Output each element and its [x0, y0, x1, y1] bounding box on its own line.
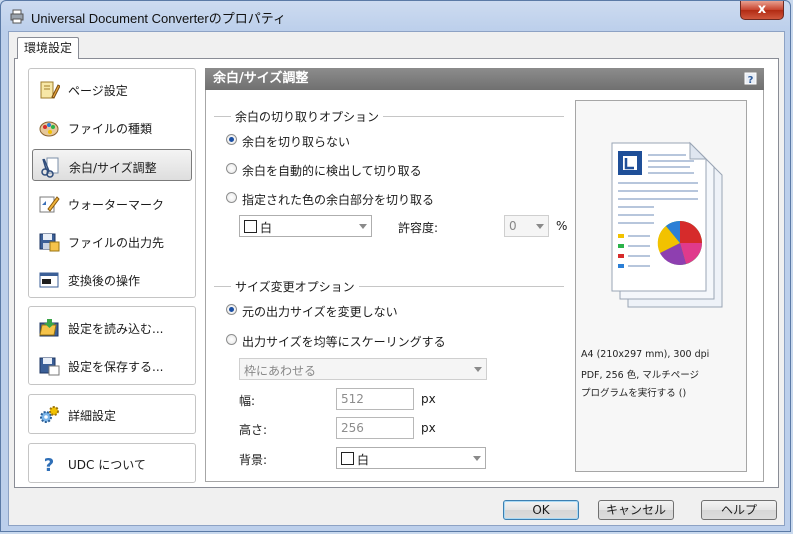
- sidebar-item-file-type[interactable]: ファイルの種類: [32, 111, 192, 143]
- nav-group-main: ページ設定 ファイルの種類 余白/サイズ調整 ウォーターマーク ファイルの出力先…: [28, 68, 196, 298]
- nav-group-settings-io: 設定を読み込む... 設定を保存する...: [28, 306, 196, 385]
- sidebar-item-post-action[interactable]: 変換後の操作: [32, 263, 192, 295]
- sidebar-item-about[interactable]: ? UDC について: [32, 447, 192, 479]
- margin-section-legend: 余白の切り取りオプション: [231, 108, 384, 125]
- close-button[interactable]: x: [740, 1, 784, 20]
- height-label: 高さ:: [239, 423, 268, 437]
- color-swatch: [244, 220, 257, 233]
- gears-icon: [40, 406, 59, 423]
- nav-group-advanced: 詳細設定: [28, 394, 196, 434]
- load-settings-icon: [39, 319, 59, 337]
- crop-scissors-icon: [41, 157, 59, 178]
- sidebar-item-output-location[interactable]: ファイルの出力先: [32, 225, 192, 257]
- radio-button[interactable]: [226, 134, 237, 145]
- action-window-icon: [39, 272, 59, 288]
- sidebar-item-watermark[interactable]: ウォーターマーク: [32, 187, 192, 219]
- color-swatch: [341, 452, 354, 465]
- height-input[interactable]: 256: [336, 417, 414, 439]
- sidebar-item-label: ファイルの種類: [68, 122, 153, 136]
- sidebar-item-label: 詳細設定: [68, 409, 117, 423]
- preview-info-line2: PDF, 256 色, マルチページ: [581, 370, 700, 381]
- help-button[interactable]: ヘルプ: [701, 500, 777, 520]
- help-book-icon[interactable]: ?: [743, 71, 758, 86]
- height-unit: px: [421, 421, 436, 435]
- background-label: 背景:: [239, 453, 268, 467]
- preview-info-line3: プログラムを実行する (): [581, 388, 687, 399]
- sidebar-item-label: UDC について: [68, 458, 146, 472]
- tolerance-unit: %: [556, 219, 568, 233]
- sidebar-item-label: 設定を読み込む...: [68, 322, 164, 336]
- question-icon: ?: [44, 455, 54, 475]
- chevron-down-icon: [359, 224, 367, 229]
- tolerance-label: 許容度:: [398, 221, 439, 235]
- panel-title: 余白/サイズ調整: [213, 71, 309, 86]
- resize-section-legend: サイズ変更オプション: [231, 278, 359, 295]
- properties-window: Universal Document Converterのプロパティ x 環境設…: [0, 0, 791, 532]
- svg-text:?: ?: [748, 75, 754, 86]
- sidebar-item-label: ページ設定: [68, 84, 128, 98]
- title-bar[interactable]: Universal Document Converterのプロパティ x: [1, 1, 790, 31]
- radio-button[interactable]: [226, 334, 237, 345]
- pencil-ruler-icon: [40, 81, 60, 99]
- sidebar-item-advanced-settings[interactable]: 詳細設定: [32, 398, 192, 430]
- width-unit: px: [421, 392, 436, 406]
- watermark-icon: [39, 196, 60, 213]
- output-preview: A4 (210x297 mm), 300 dpi PDF, 256 色, マルチ…: [575, 100, 747, 472]
- nav-group-about: ? UDC について: [28, 443, 196, 483]
- tolerance-select[interactable]: 0: [504, 215, 549, 237]
- radio-button[interactable]: [226, 192, 237, 203]
- background-color-select[interactable]: 白: [336, 447, 486, 469]
- radio-button[interactable]: [226, 163, 237, 174]
- panel-title-bar: 余白/サイズ調整 ?: [205, 68, 764, 90]
- preview-info-line1: A4 (210x297 mm), 300 dpi: [581, 349, 710, 360]
- fit-mode-select[interactable]: 枠にあわせる: [239, 358, 487, 380]
- sidebar-item-label: ファイルの出力先: [68, 236, 165, 250]
- sidebar-item-label: 変換後の操作: [68, 274, 141, 288]
- ok-button[interactable]: OK: [503, 500, 579, 520]
- width-input[interactable]: 512: [336, 388, 414, 410]
- tab-settings[interactable]: 環境設定: [17, 37, 79, 59]
- cancel-button[interactable]: キャンセル: [598, 500, 674, 520]
- svg-text:?: ?: [44, 455, 54, 475]
- dialog-client: 環境設定 ページ設定 ファイルの種類 余白/サイズ調整 ウォーターマーク ファイ…: [8, 31, 785, 526]
- sidebar-item-margins-size[interactable]: 余白/サイズ調整: [32, 149, 192, 181]
- palette-icon: [39, 121, 59, 137]
- radio-button[interactable]: [226, 304, 237, 315]
- window-title: Universal Document Converterのプロパティ: [31, 11, 286, 26]
- crop-color-select[interactable]: 白: [239, 215, 372, 237]
- sidebar-item-label: 余白/サイズ調整: [69, 161, 157, 175]
- printer-icon: [10, 9, 24, 24]
- chevron-down-icon: [473, 456, 481, 461]
- sidebar-item-save-settings[interactable]: 設定を保存する...: [32, 349, 192, 381]
- width-label: 幅:: [239, 394, 256, 408]
- save-folder-icon: [39, 233, 60, 252]
- chevron-down-icon: [474, 367, 482, 372]
- sidebar-item-page-setup[interactable]: ページ設定: [32, 73, 192, 105]
- sidebar-item-load-settings[interactable]: 設定を読み込む...: [32, 311, 192, 343]
- document-preview-icon: [611, 141, 723, 308]
- sidebar-item-label: ウォーターマーク: [68, 198, 165, 212]
- sidebar-item-label: 設定を保存する...: [68, 360, 164, 374]
- save-settings-icon: [39, 357, 60, 376]
- chevron-down-icon: [536, 224, 544, 229]
